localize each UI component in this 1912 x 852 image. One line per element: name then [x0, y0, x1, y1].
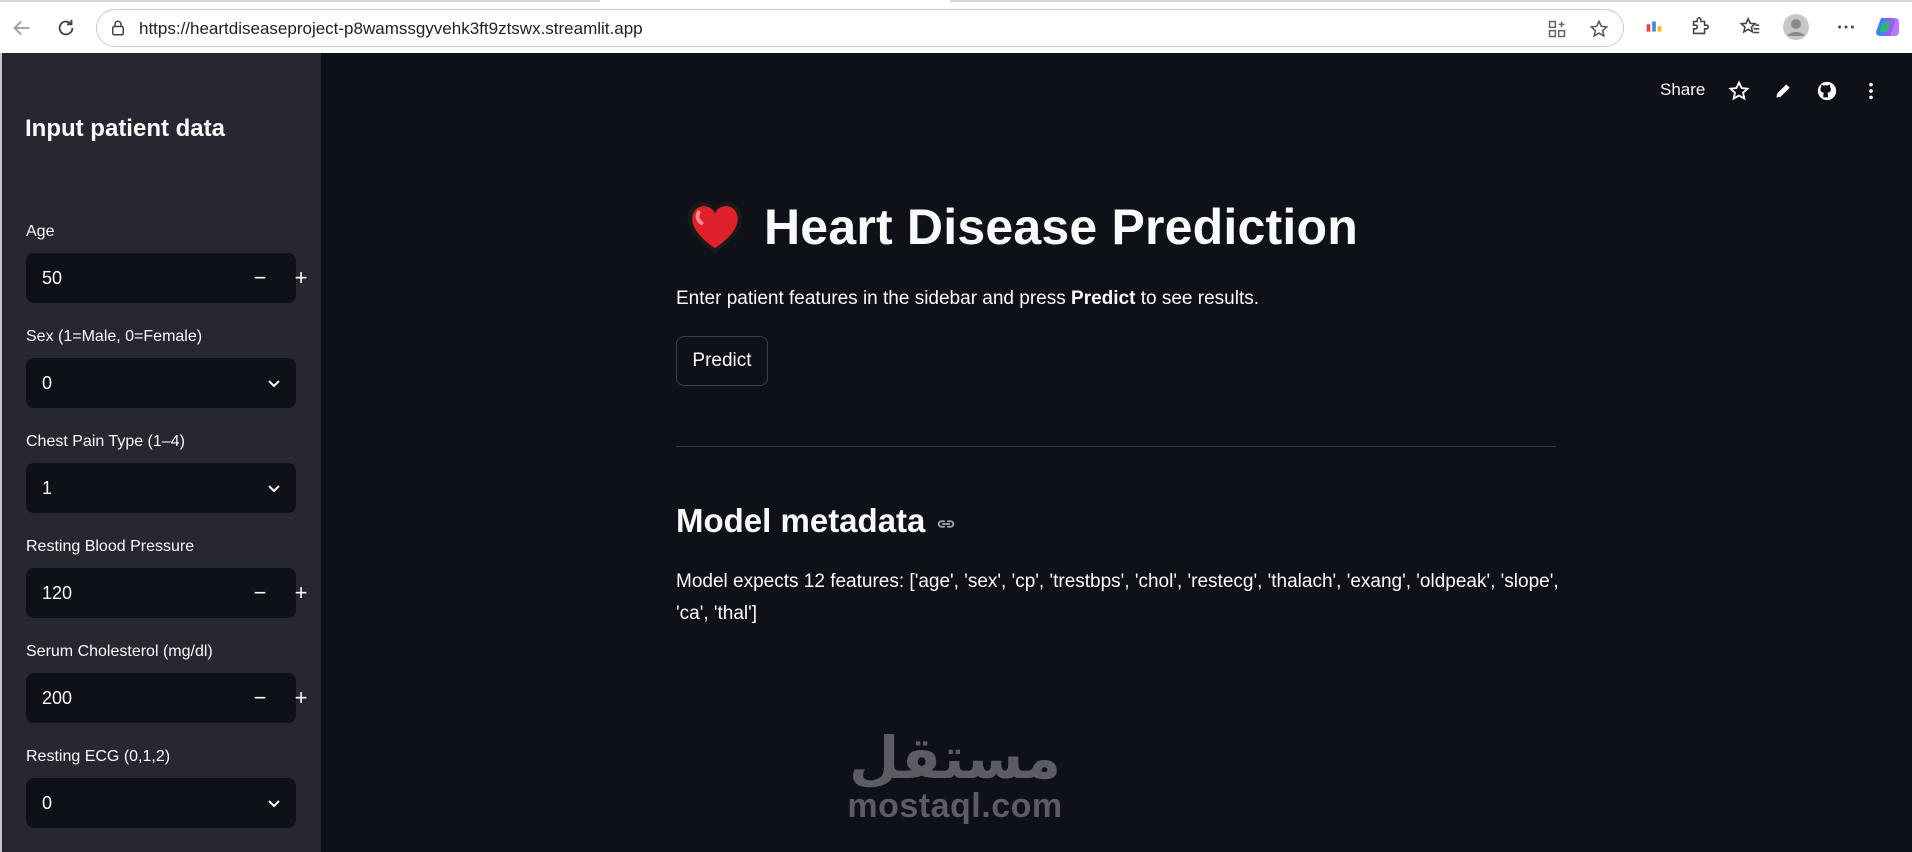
- sex-select[interactable]: 0: [26, 358, 296, 408]
- resting-bp-label: Resting Blood Pressure: [26, 538, 195, 555]
- github-icon[interactable]: [1814, 78, 1840, 104]
- chevron-down-icon[interactable]: [266, 795, 282, 811]
- predict-button[interactable]: Predict: [676, 336, 768, 386]
- lead-text-bold: Predict: [1071, 288, 1136, 309]
- favorites-icon[interactable]: [1736, 13, 1764, 41]
- chest-pain-value[interactable]: 1: [42, 478, 52, 499]
- chevron-down-icon[interactable]: [266, 375, 282, 391]
- sidebar: [2, 53, 321, 852]
- browser-toolbar: https://heartdiseaseproject-p8wamssgyveh…: [0, 0, 1912, 53]
- lead-text: Enter patient features in the sidebar an…: [676, 288, 1259, 310]
- page-title-row: Heart Disease Prediction: [684, 198, 1358, 256]
- watermark-arabic: مستقل: [848, 724, 1062, 792]
- chevron-down-icon[interactable]: [266, 480, 282, 496]
- site-info-icon[interactable]: [109, 19, 127, 37]
- age-input[interactable]: 50 − +: [26, 253, 307, 303]
- cholesterol-value[interactable]: 200: [42, 688, 72, 709]
- lead-text-start: Enter patient features in the sidebar an…: [676, 288, 1072, 309]
- watermark-latin: mostaql.com: [847, 787, 1063, 825]
- resting-ecg-value[interactable]: 0: [42, 793, 52, 814]
- metadata-heading: Model metadata: [676, 502, 926, 539]
- age-value[interactable]: 50: [42, 268, 62, 289]
- sex-label: Sex (1=Male, 0=Female): [26, 328, 203, 345]
- cholesterol-increment-button[interactable]: +: [281, 673, 321, 723]
- share-button[interactable]: Share: [1660, 80, 1705, 100]
- cholesterol-decrement-button[interactable]: −: [240, 673, 280, 723]
- edit-pencil-icon[interactable]: [1770, 78, 1796, 104]
- resting-bp-value[interactable]: 120: [42, 583, 72, 604]
- tab-edge: [950, 0, 1912, 2]
- lead-text-end: to see results.: [1135, 288, 1260, 309]
- page-title: Heart Disease Prediction: [764, 199, 1358, 255]
- resting-ecg-label: Resting ECG (0,1,2): [26, 748, 171, 765]
- anchor-link-icon[interactable]: [935, 513, 957, 535]
- star-icon[interactable]: [1726, 78, 1752, 104]
- url-text[interactable]: https://heartdiseaseproject-p8wamssgyveh…: [139, 19, 643, 39]
- resting-bp-decrement-button[interactable]: −: [240, 568, 280, 618]
- tab-edge: [0, 0, 600, 2]
- age-decrement-button[interactable]: −: [240, 253, 280, 303]
- reload-icon[interactable]: [52, 14, 80, 42]
- heart-icon: [687, 202, 743, 254]
- sex-value[interactable]: 0: [42, 373, 52, 394]
- metadata-text: Model expects 12 features: ['age', 'sex'…: [676, 571, 1559, 624]
- favorite-star-icon[interactable]: [1589, 19, 1609, 39]
- address-bar[interactable]: https://heartdiseaseproject-p8wamssgyveh…: [96, 9, 1624, 47]
- back-icon[interactable]: [8, 14, 36, 42]
- extensions-puzzle-icon[interactable]: [1686, 13, 1714, 41]
- profile-avatar-icon[interactable]: [1782, 13, 1810, 41]
- resting-bp-input[interactable]: 120 − +: [26, 568, 307, 618]
- app-available-icon[interactable]: [1547, 19, 1567, 39]
- resting-bp-increment-button[interactable]: +: [281, 568, 321, 618]
- age-increment-button[interactable]: +: [281, 253, 321, 303]
- sidebar-title: Input patient data: [25, 115, 225, 142]
- resting-ecg-select[interactable]: 0: [26, 778, 296, 828]
- chest-pain-select[interactable]: 1: [26, 463, 296, 513]
- more-menu-icon[interactable]: [1832, 13, 1860, 41]
- cholesterol-label: Serum Cholesterol (mg/dl): [26, 643, 213, 660]
- metadata-heading-row: Model metadata: [676, 502, 957, 540]
- cholesterol-input[interactable]: 200 − +: [26, 673, 307, 723]
- copilot-icon[interactable]: [1874, 13, 1902, 41]
- divider: [676, 446, 1556, 447]
- extension-icon[interactable]: [1640, 13, 1668, 41]
- chest-pain-label: Chest Pain Type (1–4): [26, 433, 185, 450]
- main-menu-icon[interactable]: [1858, 78, 1884, 104]
- age-label: Age: [26, 223, 55, 240]
- watermark-logo: مستقل mostaql.com: [840, 728, 1070, 824]
